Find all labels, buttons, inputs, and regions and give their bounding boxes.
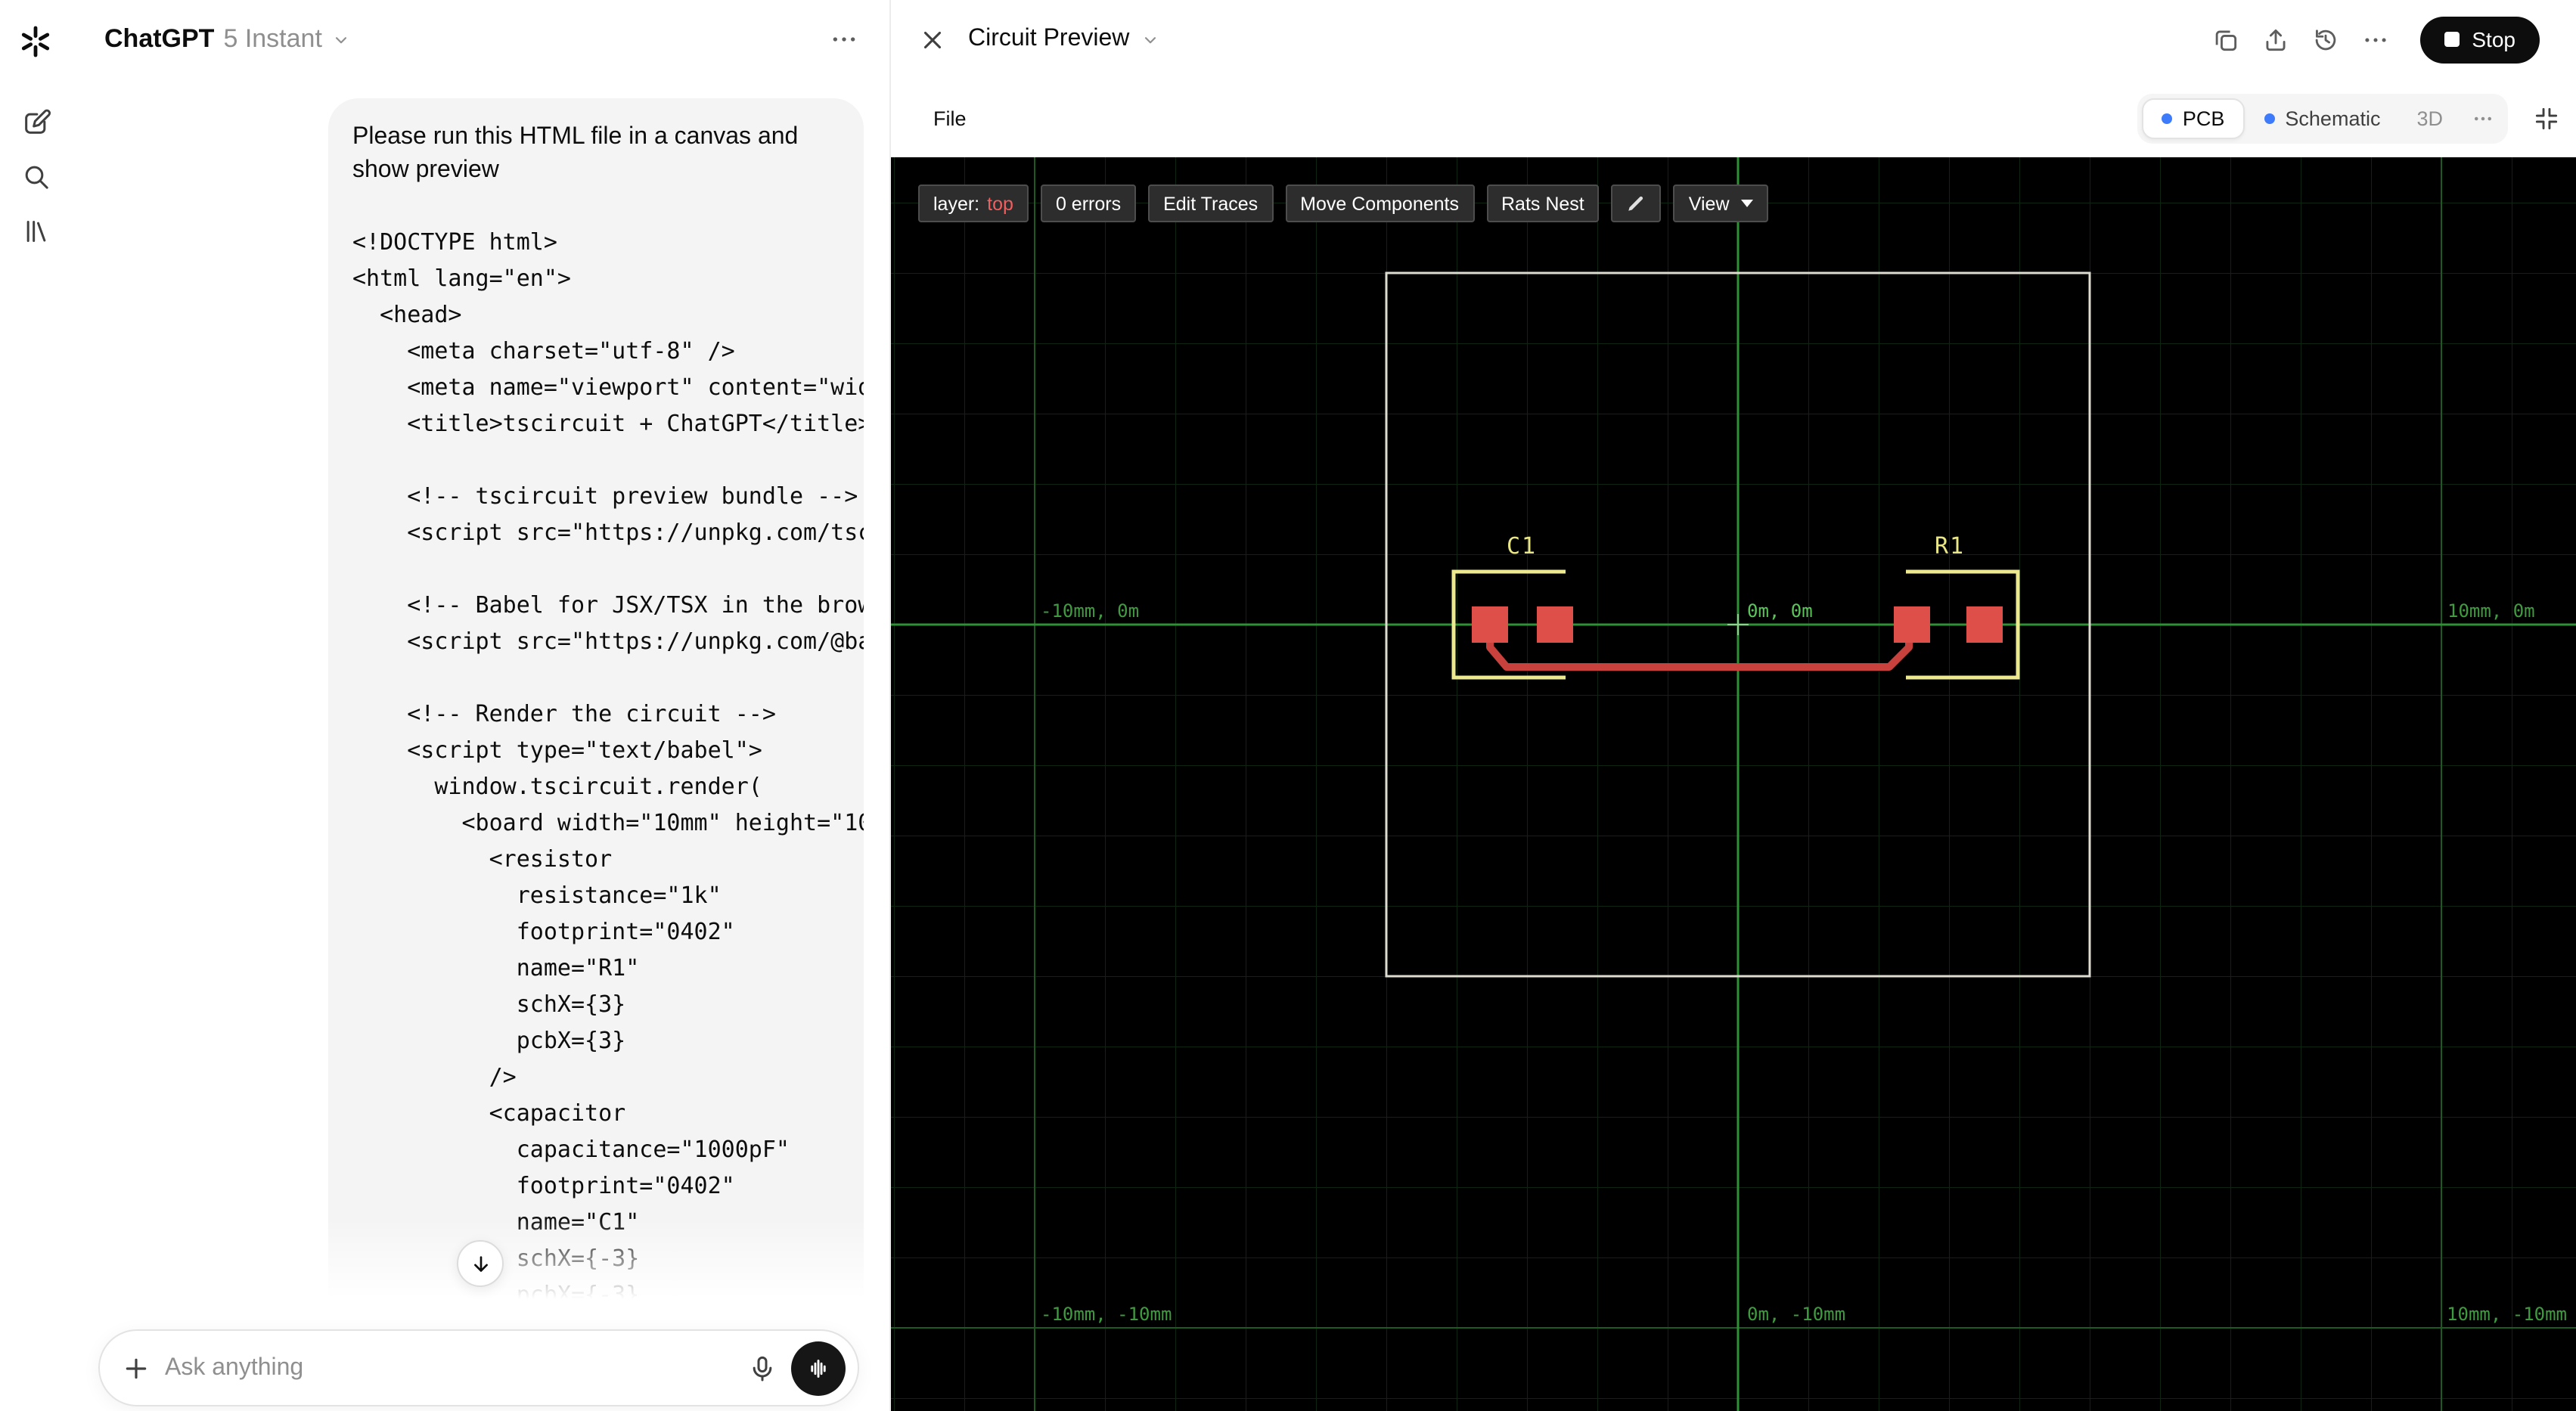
search-chats-button[interactable]	[13, 154, 58, 200]
view-menu-button[interactable]: View	[1673, 185, 1769, 222]
view-controls: PCB Schematic 3D	[2137, 93, 2561, 143]
chevron-down-icon	[335, 36, 346, 43]
pcb-viewport[interactable]: C1 R1 -10mm, 0m 0m, 0m 10mm, 0m -10mm, -…	[891, 157, 2576, 1411]
plus-icon	[126, 1357, 147, 1378]
pcb-canvas[interactable]: C1 R1 -10mm, 0m 0m, 0m 10mm, 0m -10mm, -…	[891, 157, 2576, 1411]
collapse-canvas-button[interactable]	[2532, 104, 2561, 132]
grid-label-origin: 0m, 0m	[1747, 600, 1813, 622]
waveform-icon	[811, 1359, 826, 1377]
left-rail	[0, 0, 71, 1411]
caret-down-icon	[1741, 200, 1754, 207]
compose-icon	[24, 109, 51, 134]
new-chat-button[interactable]	[13, 100, 58, 145]
user-message-text: Please run this HTML file in a canvas an…	[352, 124, 799, 183]
file-menu[interactable]: File	[921, 98, 979, 138]
layer-label: layer:	[933, 193, 980, 214]
history-icon	[2316, 29, 2336, 50]
grid-label-right-mid: 10mm, 0m	[2447, 600, 2535, 622]
model-switcher[interactable]: ChatGPT 5 Instant	[92, 15, 363, 64]
c1-label: C1	[1507, 533, 1537, 560]
stop-label: Stop	[2472, 27, 2515, 51]
scroll-to-bottom-button[interactable]	[457, 1240, 504, 1287]
canvas-menubar: File PCB Schematic 3D	[891, 79, 2576, 157]
library-icon	[26, 221, 45, 242]
rats-nest-button[interactable]: Rats Nest	[1486, 185, 1600, 222]
tab-pcb[interactable]: PCB	[2141, 98, 2245, 138]
canvas-options-button[interactable]	[2361, 25, 2390, 54]
openai-logo-button[interactable]	[13, 18, 58, 64]
canvas-title[interactable]: Circuit Preview	[959, 20, 1169, 59]
chat-header: ChatGPT 5 Instant	[71, 0, 889, 79]
pencil-icon	[1629, 196, 1643, 211]
chat-panel: ChatGPT 5 Instant Please run this HTML f…	[71, 0, 889, 1411]
arrow-down-icon	[473, 1255, 487, 1271]
view-more-button[interactable]	[2463, 107, 2503, 129]
stop-icon	[2444, 32, 2460, 47]
layer-value: top	[987, 193, 1013, 214]
composer[interactable]	[98, 1329, 859, 1406]
dictate-button[interactable]	[747, 1353, 777, 1383]
canvas-header-actions: Stop	[2211, 16, 2540, 63]
openai-logo-icon	[21, 25, 50, 57]
c1-pad2[interactable]	[1537, 606, 1573, 643]
share-button[interactable]	[2261, 25, 2290, 54]
ellipsis-icon	[2365, 37, 2386, 42]
tab-schematic-label: Schematic	[2285, 107, 2381, 129]
app-title: ChatGPT	[104, 24, 215, 53]
move-components-button[interactable]: Move Components	[1285, 185, 1474, 222]
grid-label-left-mid: -10mm, 0m	[1041, 600, 1139, 622]
microphone-icon	[753, 1355, 772, 1381]
errors-button[interactable]: 0 errors	[1040, 185, 1137, 222]
edit-traces-button[interactable]: Edit Traces	[1148, 185, 1274, 222]
chat-options-button[interactable]	[829, 24, 859, 54]
close-canvas-button[interactable]	[918, 25, 947, 54]
grid-label-left-bottom: -10mm, -10mm	[1041, 1304, 1172, 1325]
tab-schematic[interactable]: Schematic	[2247, 99, 2397, 137]
tab-3d-label: 3D	[2416, 107, 2443, 129]
c1-pad1[interactable]	[1472, 606, 1508, 643]
tab-pcb-label: PCB	[2182, 107, 2225, 129]
errors-label: 0 errors	[1055, 193, 1122, 214]
voice-mode-button[interactable]	[791, 1341, 846, 1395]
model-name: 5 Instant	[223, 24, 322, 53]
view-switcher: PCB Schematic 3D	[2137, 93, 2508, 143]
edit-traces-label: Edit Traces	[1163, 193, 1259, 214]
layer-selector[interactable]: layer: top	[918, 185, 1029, 222]
canvas-title-text: Circuit Preview	[968, 26, 1130, 51]
r1-pad2[interactable]	[1966, 606, 2003, 643]
r1-label: R1	[1935, 533, 1965, 560]
app: ChatGPT 5 Instant Please run this HTML f…	[0, 0, 2576, 1411]
rats-nest-label: Rats Nest	[1501, 193, 1584, 214]
upload-icon	[2266, 28, 2286, 51]
pencil-tool-button[interactable]	[1611, 185, 1662, 222]
user-message: Please run this HTML file in a canvas an…	[328, 98, 864, 1411]
attach-button[interactable]	[121, 1353, 151, 1383]
history-button[interactable]	[2311, 25, 2340, 54]
canvas-panel: Circuit Preview Stop File PCB Schematic …	[889, 0, 2576, 1411]
tab-3d[interactable]: 3D	[2400, 99, 2460, 137]
view-menu-label: View	[1688, 193, 1730, 214]
r1-pad1[interactable]	[1894, 606, 1930, 643]
grid-label-right-bottom: 10mm, -10mm	[2447, 1304, 2567, 1325]
pcb-status-dot	[2161, 113, 2172, 123]
close-icon	[923, 30, 942, 48]
move-components-label: Move Components	[1300, 193, 1459, 214]
copy-button[interactable]	[2211, 25, 2240, 54]
ellipsis-icon	[833, 37, 855, 42]
message-input[interactable]	[165, 1354, 734, 1382]
pcb-toolbar: layer: top 0 errors Edit Traces Move Com…	[918, 185, 1769, 222]
compress-icon	[2535, 107, 2558, 129]
grid-label-center-bottom: 0m, -10mm	[1747, 1304, 1845, 1325]
ellipsis-icon	[2475, 116, 2491, 120]
chevron-down-icon	[1144, 36, 1156, 43]
library-button[interactable]	[13, 209, 58, 254]
copy-icon	[2216, 29, 2237, 51]
stop-button[interactable]: Stop	[2420, 16, 2540, 63]
canvas-header: Circuit Preview Stop	[891, 0, 2576, 79]
search-icon	[24, 166, 48, 189]
grid-minor	[891, 157, 2576, 1411]
user-message-code: <!DOCTYPE html> <html lang="en"> <head> …	[352, 228, 864, 1308]
schematic-status-dot	[2264, 113, 2275, 123]
